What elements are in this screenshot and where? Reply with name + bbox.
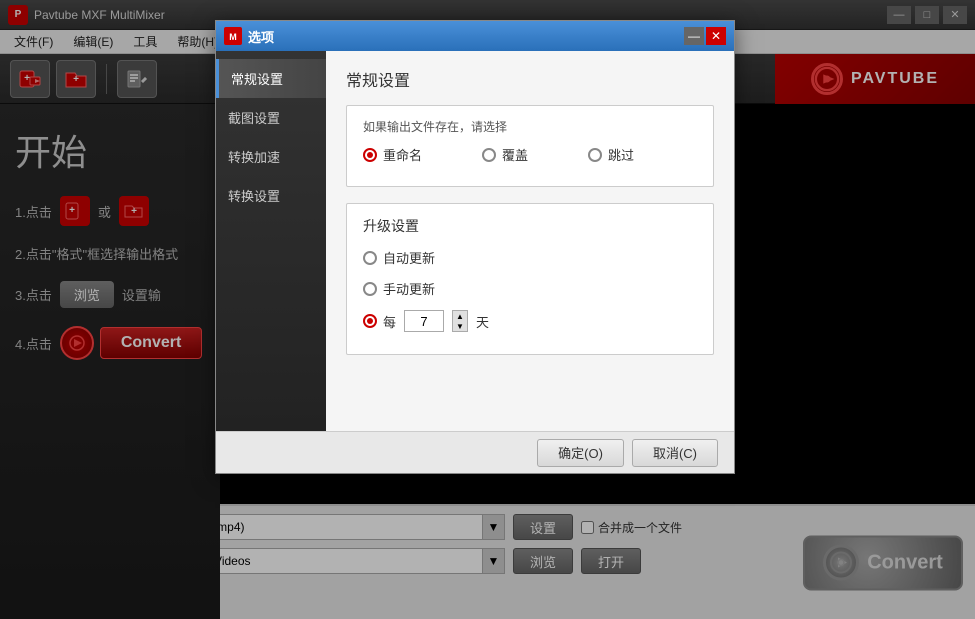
modal-icon: M (224, 27, 242, 45)
overwrite-option[interactable]: 覆盖 (482, 145, 528, 164)
rename-label: 重命名 (383, 145, 422, 164)
skip-radio[interactable] (588, 148, 602, 162)
modal-overlay: M 选项 — ✕ 常规设置 截图设置 转换加速 转换设置 常规设置 如果输出文件… (0, 0, 975, 619)
modal-nav-acceleration[interactable]: 转换加速 (216, 137, 326, 176)
ok-button[interactable]: 确定(O) (537, 439, 624, 467)
file-exists-options: 重命名 覆盖 跳过 (363, 145, 697, 174)
days-update-option[interactable]: 每 ▲ ▼ 天 (363, 310, 697, 332)
days-input-row: 每 ▲ ▼ 天 (383, 310, 489, 332)
days-prefix: 每 (383, 312, 396, 331)
overwrite-radio[interactable] (482, 148, 496, 162)
auto-update-label: 自动更新 (383, 248, 435, 267)
days-suffix: 天 (476, 312, 489, 331)
modal-titlebar: M 选项 — ✕ (216, 21, 734, 51)
modal-nav-screenshot[interactable]: 截图设置 (216, 98, 326, 137)
rename-radio[interactable] (363, 148, 377, 162)
skip-option[interactable]: 跳过 (588, 145, 634, 164)
overwrite-label: 覆盖 (502, 145, 528, 164)
manual-update-option[interactable]: 手动更新 (363, 279, 697, 298)
modal-content: 常规设置 如果输出文件存在，请选择 重命名 覆盖 (326, 51, 734, 431)
options-modal: M 选项 — ✕ 常规设置 截图设置 转换加速 转换设置 常规设置 如果输出文件… (215, 20, 735, 474)
days-input[interactable] (404, 310, 444, 332)
modal-nav-general[interactable]: 常规设置 (216, 59, 326, 98)
days-update-radio[interactable] (363, 314, 377, 328)
modal-close-button[interactable]: ✕ (706, 27, 726, 45)
svg-text:M: M (229, 32, 237, 42)
file-exists-section: 如果输出文件存在，请选择 重命名 覆盖 (346, 105, 714, 187)
rename-option[interactable]: 重命名 (363, 145, 422, 164)
spin-down[interactable]: ▼ (453, 321, 467, 331)
spin-up[interactable]: ▲ (453, 311, 467, 321)
cancel-button[interactable]: 取消(C) (632, 439, 718, 467)
modal-nav-conversion[interactable]: 转换设置 (216, 176, 326, 215)
modal-minimize-button[interactable]: — (684, 27, 704, 45)
manual-update-label: 手动更新 (383, 279, 435, 298)
days-spinner[interactable]: ▲ ▼ (452, 310, 468, 332)
modal-sidebar: 常规设置 截图设置 转换加速 转换设置 (216, 51, 326, 431)
modal-title: 选项 (248, 27, 684, 46)
update-section: 升级设置 自动更新 手动更新 每 (346, 203, 714, 355)
skip-label: 跳过 (608, 145, 634, 164)
update-section-title: 升级设置 (363, 216, 697, 236)
auto-update-option[interactable]: 自动更新 (363, 248, 697, 267)
file-exists-title: 如果输出文件存在，请选择 (363, 118, 697, 135)
modal-section-title: 常规设置 (346, 67, 714, 91)
manual-update-radio[interactable] (363, 282, 377, 296)
modal-body: 常规设置 截图设置 转换加速 转换设置 常规设置 如果输出文件存在，请选择 重命… (216, 51, 734, 431)
modal-footer: 确定(O) 取消(C) (216, 431, 734, 473)
auto-update-radio[interactable] (363, 251, 377, 265)
